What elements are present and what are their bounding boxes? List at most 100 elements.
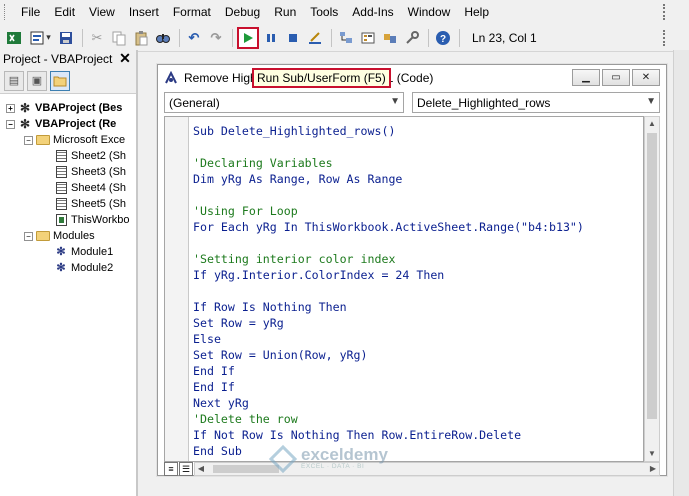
paste-icon[interactable] [131,28,151,48]
insert-module-icon[interactable] [26,28,54,48]
collapse-icon[interactable]: − [24,135,33,145]
run-tooltip: Run Sub/UserForm (F5) [252,68,391,88]
tree-node[interactable]: − ✻ VBAProject (Re [0,116,136,132]
code-text[interactable]: Sub Delete_Highlighted_rows() 'Declaring … [193,123,584,459]
copy-icon[interactable] [109,28,129,48]
hscroll-thumb[interactable] [213,465,279,473]
collapse-icon[interactable]: − [6,119,15,129]
tree-node[interactable]: − Microsoft Exce [0,132,136,148]
object-browser-icon[interactable] [380,28,400,48]
tree-node[interactable]: Sheet3 (Sh [0,164,136,180]
toggle-folders-icon[interactable] [50,70,70,91]
expand-icon[interactable]: + [6,103,15,113]
code-line[interactable] [193,283,584,299]
scroll-right-icon[interactable]: ▶ [647,463,659,475]
menu-format[interactable]: Format [166,0,218,24]
save-icon[interactable] [56,28,76,48]
procedure-view-icon[interactable]: ≡ [164,462,178,476]
code-line[interactable]: End If [193,363,584,379]
horizontal-scrollbar[interactable]: ◀ ▶ [194,462,660,476]
tree-node[interactable]: ✻ Module2 [0,260,136,276]
menu-edit[interactable]: Edit [47,0,82,24]
menu-bar: File Edit View Insert Format Debug Run T… [0,0,689,24]
sheet-icon [54,149,68,163]
code-line[interactable]: Dim yRg As Range, Row As Range [193,171,584,187]
tree-node[interactable]: Sheet4 (Sh [0,180,136,196]
tree-node-label: ThisWorkbo [71,214,130,226]
vertical-scrollbar[interactable]: ▲ ▼ [644,116,660,462]
menu-insert[interactable]: Insert [122,0,166,24]
tree-node[interactable]: Sheet5 (Sh [0,196,136,212]
tree-node[interactable]: Sheet2 (Sh [0,148,136,164]
code-line[interactable]: End Sub [193,443,584,459]
menu-help[interactable]: Help [457,0,496,24]
code-line[interactable]: Else [193,331,584,347]
margin-indicator-bar[interactable] [165,117,189,461]
code-line[interactable]: Sub Delete_Highlighted_rows() [193,123,584,139]
toolbar-separator [331,28,332,47]
excel-icon[interactable] [4,28,24,48]
reset-icon[interactable] [283,28,303,48]
view-code-icon[interactable]: ▤ [4,70,24,91]
toolbox-icon[interactable] [402,28,422,48]
code-line[interactable]: For Each yRg In ThisWorkbook.ActiveSheet… [193,219,584,235]
code-comment-line[interactable]: 'Declaring Variables [193,155,584,171]
scroll-up-icon[interactable]: ▲ [645,117,659,131]
view-object-icon[interactable]: ▣ [27,70,47,91]
menu-add-ins[interactable]: Add-Ins [345,0,400,24]
object-dropdown[interactable]: (General) ▼ [164,92,404,113]
undo-icon[interactable]: ↶ [184,28,204,48]
run-icon[interactable] [237,26,259,49]
module-icon: ✻ [56,246,66,258]
menu-tools[interactable]: Tools [303,0,345,24]
project-explorer-icon[interactable] [336,28,356,48]
code-line[interactable]: If Row Is Nothing Then [193,299,584,315]
menu-window[interactable]: Window [401,0,458,24]
tree-node[interactable]: ThisWorkbo [0,212,136,228]
scroll-down-icon[interactable]: ▼ [645,447,659,461]
code-comment-line[interactable]: 'Setting interior color index [193,251,584,267]
code-line[interactable]: Set Row = yRg [193,315,584,331]
redo-icon[interactable]: ↷ [206,28,226,48]
tree-node[interactable]: + ✻ VBAProject (Bes [0,100,136,116]
code-window: Remove High ule1 (Code) Run Sub/UserForm… [157,64,667,476]
code-line[interactable] [193,187,584,203]
tree-node[interactable]: − Modules [0,228,136,244]
code-line[interactable]: Set Row = Union(Row, yRg) [193,347,584,363]
scroll-thumb[interactable] [647,133,657,419]
tree-node[interactable]: ✻ Module1 [0,244,136,260]
help-icon[interactable]: ? [433,28,453,48]
procedure-dropdown[interactable]: Delete_Highlighted_rows ▼ [412,92,660,113]
properties-icon[interactable] [358,28,378,48]
code-editor[interactable]: Sub Delete_Highlighted_rows() 'Declaring … [164,116,644,462]
folder-icon [36,133,50,147]
minimize-icon[interactable]: ▁ [572,69,600,86]
cut-icon[interactable]: ✂ [87,28,107,48]
collapse-icon[interactable]: − [24,231,33,241]
toolbar-separator [459,28,460,47]
code-comment-line[interactable]: 'Using For Loop [193,203,584,219]
tree-node-label: Sheet5 (Sh [71,198,127,210]
code-line[interactable] [193,139,584,155]
design-mode-icon[interactable] [305,28,325,48]
code-line[interactable]: End If [193,379,584,395]
find-icon[interactable] [153,28,173,48]
close-window-icon[interactable]: ✕ [632,69,660,86]
full-module-view-icon[interactable]: ☰ [179,462,193,476]
tree-node-label: Sheet4 (Sh [71,182,127,194]
menu-debug[interactable]: Debug [218,0,267,24]
code-comment-line[interactable]: 'Delete the row [193,411,584,427]
menu-file[interactable]: File [14,0,47,24]
project-explorer: Project - VBAProject ✕ ▤ ▣ + ✻ VBAProject … [0,50,138,496]
scroll-left-icon[interactable]: ◀ [195,463,207,475]
code-line[interactable] [193,235,584,251]
code-line[interactable]: If Not Row Is Nothing Then Row.EntireRow… [193,427,584,443]
code-line[interactable]: Next yRg [193,395,584,411]
close-icon[interactable]: ✕ [118,51,132,66]
menu-run[interactable]: Run [267,0,303,24]
code-line[interactable]: If yRg.Interior.ColorIndex = 24 Then [193,267,584,283]
menu-view[interactable]: View [82,0,122,24]
tree-node-label: Modules [53,230,95,242]
restore-icon[interactable]: ▭ [602,69,630,86]
break-icon[interactable] [261,28,281,48]
